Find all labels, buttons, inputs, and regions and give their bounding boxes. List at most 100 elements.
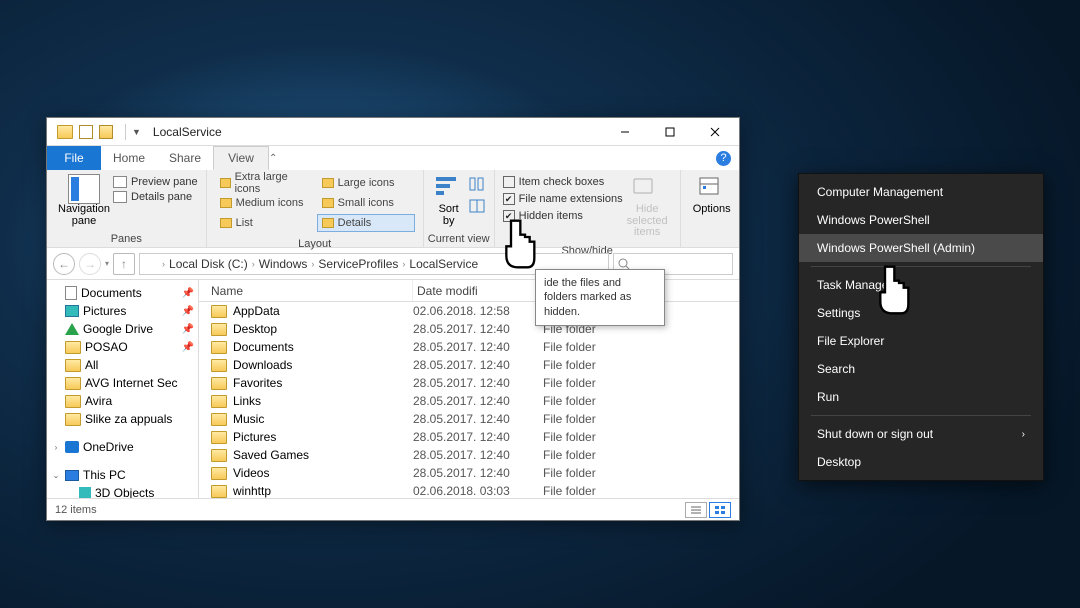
breadcrumb-item[interactable]: Windows — [255, 257, 312, 271]
chevron-down-icon[interactable]: ▼ — [132, 127, 141, 137]
sidebar-item[interactable]: Documents📌 — [47, 284, 198, 302]
tab-share[interactable]: Share — [157, 146, 213, 170]
sidebar-3d-objects[interactable]: 3D Objects — [47, 484, 198, 498]
tab-file[interactable]: File — [47, 146, 101, 170]
search-icon — [618, 258, 630, 270]
col-date-header[interactable]: Date modifi — [413, 280, 543, 301]
winx-item[interactable]: Settings — [799, 299, 1043, 327]
options-icon — [696, 174, 728, 204]
winx-item[interactable]: Run — [799, 383, 1043, 411]
winx-item[interactable]: Task Manager — [799, 271, 1043, 299]
winx-item[interactable]: File Explorer — [799, 327, 1043, 355]
cursor-pointer — [494, 216, 542, 277]
sidebar-item[interactable]: All — [47, 356, 198, 374]
winx-menu[interactable]: Computer ManagementWindows PowerShellWin… — [798, 173, 1044, 481]
winx-item[interactable]: Search — [799, 355, 1043, 383]
titlebar[interactable]: ▼ LocalService — [47, 118, 739, 146]
sidebar-this-pc[interactable]: ⌄This PC — [47, 466, 198, 484]
details-pane-button[interactable]: Details pane — [113, 191, 198, 203]
this-pc-icon — [65, 470, 79, 481]
folder-icon — [211, 359, 227, 372]
3d-objects-icon — [79, 487, 91, 498]
qat-new-folder-icon[interactable] — [99, 125, 113, 139]
table-row[interactable]: Pictures28.05.2017. 12:40File folder — [199, 428, 739, 446]
app-folder-icon — [57, 125, 73, 139]
sidebar-item[interactable]: Avira — [47, 392, 198, 410]
breadcrumb-item[interactable]: ServiceProfiles — [314, 257, 402, 271]
ribbon-group-panes: Navigation pane Preview pane Details pan… — [47, 170, 207, 247]
table-row[interactable]: Saved Games28.05.2017. 12:40File folder — [199, 446, 739, 464]
table-row[interactable]: Music28.05.2017. 12:40File folder — [199, 410, 739, 428]
cursor-pointer — [868, 262, 916, 323]
folder-icon — [211, 467, 227, 480]
winx-item[interactable]: Windows PowerShell — [799, 206, 1043, 234]
col-name-header[interactable]: Name — [199, 280, 413, 301]
ribbon-group-current-view: Sort by Current view — [424, 170, 495, 247]
file-name-extensions-checkbox[interactable]: File name extensions — [503, 193, 623, 205]
ribbon-view: Navigation pane Preview pane Details pan… — [47, 170, 739, 248]
layout-option[interactable]: Medium icons — [215, 194, 313, 212]
nav-up-button[interactable]: ↑ — [113, 253, 135, 275]
file-list[interactable]: AppData02.06.2018. 12:58File folderDeskt… — [199, 302, 739, 498]
winx-item[interactable]: Shut down or sign out› — [799, 420, 1043, 448]
add-columns-icon[interactable] — [468, 176, 486, 195]
nav-forward-button[interactable]: → — [79, 253, 101, 275]
folder-icon — [211, 485, 227, 498]
table-row[interactable]: winhttp02.06.2018. 03:03File folder — [199, 482, 739, 498]
qat-properties-icon[interactable] — [79, 125, 93, 139]
minimize-button[interactable] — [602, 118, 647, 146]
table-row[interactable]: Links28.05.2017. 12:40File folder — [199, 392, 739, 410]
folder-icon — [211, 413, 227, 426]
layout-option[interactable]: List — [215, 214, 313, 232]
winx-item[interactable]: Desktop — [799, 448, 1043, 476]
folder-icon — [211, 377, 227, 390]
drive-icon — [144, 258, 158, 270]
folder-icon — [211, 431, 227, 444]
status-count: 12 items — [55, 504, 97, 516]
tooltip-hidden-items: ide the files and folders marked as hidd… — [535, 269, 665, 326]
view-large-icons-icon[interactable] — [709, 502, 731, 518]
sidebar-item[interactable]: Pictures📌 — [47, 302, 198, 320]
navigation-pane-button[interactable]: Navigation pane — [55, 174, 113, 227]
sidebar-item[interactable]: AVG Internet Sec — [47, 374, 198, 392]
sidebar-item[interactable]: Slike za appuals — [47, 410, 198, 428]
ribbon-group-layout: Extra large iconsLarge iconsMedium icons… — [207, 170, 424, 247]
hide-icon — [631, 174, 663, 204]
size-columns-icon[interactable] — [468, 198, 486, 217]
view-switcher — [685, 502, 731, 518]
close-button[interactable] — [692, 118, 737, 146]
collapse-ribbon-icon[interactable]: ⌃ — [269, 153, 277, 164]
sidebar-item[interactable]: Google Drive📌 — [47, 320, 198, 338]
tab-view[interactable]: View — [213, 146, 269, 170]
table-row[interactable]: Videos28.05.2017. 12:40File folder — [199, 464, 739, 482]
layout-option[interactable]: Extra large icons — [215, 174, 313, 192]
recent-locations-icon[interactable]: ▾ — [105, 259, 109, 268]
maximize-button[interactable] — [647, 118, 692, 146]
sidebar-onedrive[interactable]: ›OneDrive — [47, 438, 198, 456]
tab-home[interactable]: Home — [101, 146, 157, 170]
winx-item[interactable]: Windows PowerShell (Admin) — [799, 234, 1043, 262]
nav-sidebar[interactable]: Documents📌Pictures📌Google Drive📌POSAO📌Al… — [47, 280, 199, 498]
sidebar-item[interactable]: POSAO📌 — [47, 338, 198, 356]
breadcrumb-item[interactable]: Local Disk (C:) — [165, 257, 252, 271]
status-bar: 12 items — [47, 498, 739, 520]
options-button[interactable]: Options — [689, 174, 735, 216]
sort-by-button[interactable]: Sort by — [432, 174, 466, 227]
winx-item[interactable]: Computer Management — [799, 178, 1043, 206]
help-icon[interactable]: ? — [716, 151, 731, 166]
folder-icon — [211, 305, 227, 318]
item-check-boxes-checkbox[interactable]: Item check boxes — [503, 176, 623, 188]
breadcrumb-item[interactable]: LocalService — [405, 257, 482, 271]
layout-option[interactable]: Small icons — [317, 194, 415, 212]
preview-pane-button[interactable]: Preview pane — [113, 176, 198, 188]
ribbon-tabs: File Home Share View ⌃ ? — [47, 146, 739, 170]
window-title: LocalService — [153, 125, 222, 139]
table-row[interactable]: Downloads28.05.2017. 12:40File folder — [199, 356, 739, 374]
nav-back-button[interactable]: ← — [53, 253, 75, 275]
view-details-icon[interactable] — [685, 502, 707, 518]
onedrive-icon — [65, 441, 79, 453]
table-row[interactable]: Favorites28.05.2017. 12:40File folder — [199, 374, 739, 392]
layout-option[interactable]: Details — [317, 214, 415, 232]
layout-option[interactable]: Large icons — [317, 174, 415, 192]
table-row[interactable]: Documents28.05.2017. 12:40File folder — [199, 338, 739, 356]
